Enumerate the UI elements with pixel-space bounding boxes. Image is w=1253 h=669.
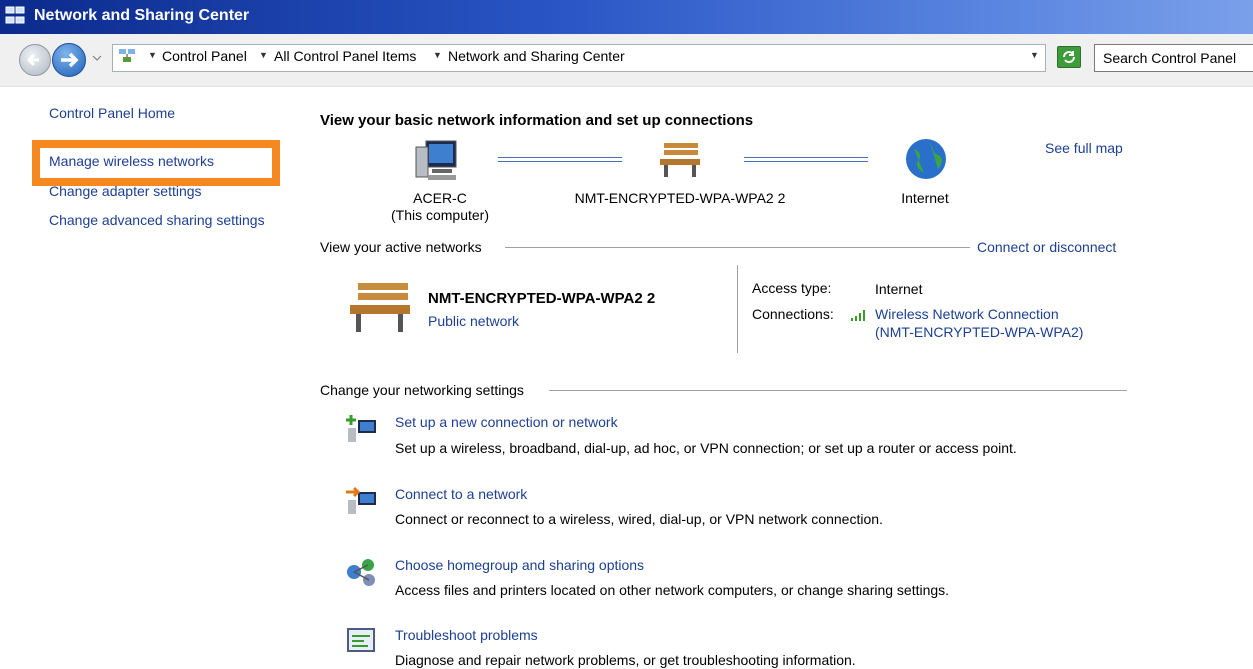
vertical-divider <box>737 265 738 353</box>
wireless-connection-ssid[interactable]: (NMT-ENCRYPTED-WPA-WPA2) <box>875 324 1083 340</box>
homegroup-desc: Access files and printers located on oth… <box>395 582 950 598</box>
sidebar-item-adapter-settings[interactable]: Change adapter settings <box>49 183 202 199</box>
search-placeholder: Search Control Panel <box>1103 50 1237 66</box>
computer-subtitle: (This computer) <box>390 207 490 223</box>
connection-line <box>498 157 622 162</box>
public-network-bench-icon[interactable] <box>656 139 704 179</box>
connect-network-link[interactable]: Connect to a network <box>395 486 527 502</box>
breadcrumb-separator[interactable]: ▼ <box>433 50 442 60</box>
network-type-link[interactable]: Public network <box>428 313 519 329</box>
network-center-icon <box>5 6 25 24</box>
access-type-value: Internet <box>875 281 923 297</box>
setup-connection-link[interactable]: Set up a new connection or network <box>395 414 618 430</box>
forward-arrow-icon <box>61 52 79 68</box>
computer-icon[interactable] <box>412 137 460 183</box>
map-network-name: NMT-ENCRYPTED-WPA-WPA2 2 <box>574 190 786 206</box>
breadcrumb-separator[interactable]: ▼ <box>148 50 157 60</box>
sidebar-item-manage-wireless[interactable]: Manage wireless networks <box>49 153 214 169</box>
breadcrumb-network-center[interactable]: Network and Sharing Center <box>448 48 625 64</box>
wireless-signal-icon <box>851 310 865 321</box>
active-networks-title: View your active networks <box>320 239 482 255</box>
access-type-label: Access type: <box>752 280 832 296</box>
sidebar-item-advanced-sharing[interactable]: Change advanced sharing settings <box>49 212 265 228</box>
breadcrumb-separator[interactable]: ▼ <box>259 50 268 60</box>
troubleshoot-icon <box>347 628 375 652</box>
connect-network-desc: Connect or reconnect to a wireless, wire… <box>395 511 883 527</box>
setup-connection-desc: Set up a wireless, broadband, dial-up, a… <box>395 440 1017 456</box>
page-title: View your basic network information and … <box>320 112 754 129</box>
internet-label: Internet <box>901 190 949 206</box>
back-button[interactable] <box>19 44 51 76</box>
change-settings-title: Change your networking settings <box>320 382 524 398</box>
address-dropdown-icon[interactable]: ▼ <box>1030 50 1039 60</box>
section-divider <box>549 390 1127 391</box>
active-network-name: NMT-ENCRYPTED-WPA-WPA2 2 <box>428 290 656 307</box>
homegroup-link[interactable]: Choose homegroup and sharing options <box>395 557 644 573</box>
troubleshoot-link[interactable]: Troubleshoot problems <box>395 627 538 643</box>
forward-button[interactable] <box>52 43 86 77</box>
connect-or-disconnect-link[interactable]: Connect or disconnect <box>977 239 1116 255</box>
connections-label: Connections: <box>752 306 834 322</box>
window-title: Network and Sharing Center <box>34 7 250 24</box>
breadcrumb-all-items[interactable]: All Control Panel Items <box>274 48 416 64</box>
new-connection-icon <box>346 415 376 442</box>
section-divider <box>505 247 970 248</box>
internet-globe-icon[interactable] <box>904 137 948 181</box>
control-panel-icon <box>119 49 135 62</box>
homegroup-icon <box>347 559 375 586</box>
see-full-map-link[interactable]: See full map <box>1045 140 1123 156</box>
back-arrow-icon <box>26 53 39 67</box>
sidebar-item-control-panel-home[interactable]: Control Panel Home <box>49 105 175 121</box>
refresh-icon <box>1063 51 1075 63</box>
recent-pages-dropdown-icon[interactable] <box>92 53 102 63</box>
wireless-connection-link[interactable]: Wireless Network Connection <box>875 306 1059 322</box>
connect-network-icon <box>346 486 376 514</box>
computer-name: ACER-C <box>413 190 467 206</box>
connection-line <box>744 157 868 162</box>
troubleshoot-desc: Diagnose and repair network problems, or… <box>395 652 856 668</box>
breadcrumb-control-panel[interactable]: Control Panel <box>162 48 247 64</box>
network-bench-icon <box>350 283 410 332</box>
refresh-button[interactable] <box>1057 46 1081 68</box>
